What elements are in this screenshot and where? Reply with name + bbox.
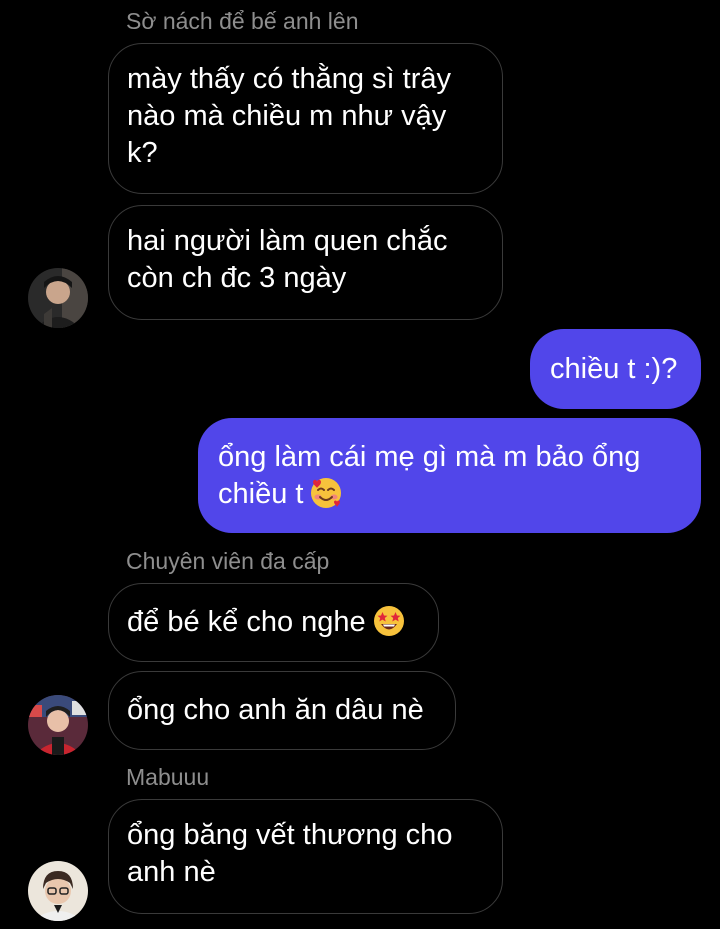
incoming-message[interactable]: hai người làm quen chắc còn ch đc 3 ngày	[108, 205, 503, 320]
avatar[interactable]	[28, 861, 88, 921]
avatar-image	[28, 268, 88, 328]
message-line: k?	[127, 137, 158, 169]
sender-name: Mabuuu	[126, 764, 210, 790]
avatar[interactable]	[28, 268, 88, 328]
message-line: còn ch đc 3 ngày	[127, 262, 347, 294]
message-line: chiều t :)?	[550, 353, 678, 385]
message-line: ổng làm cái mẹ gì mà m bảo ổng	[218, 441, 641, 473]
incoming-message[interactable]: mày thấy có thằng sì trây nào mà chiều m…	[108, 43, 503, 194]
message-line: ổng cho anh ăn dâu nè	[127, 694, 424, 726]
message-text: chiều t	[218, 478, 304, 510]
outgoing-message[interactable]: chiều t :)?	[530, 329, 701, 409]
avatar-image	[28, 695, 88, 755]
message-line: anh nè	[127, 856, 216, 888]
message-line: để bé kể cho nghe	[127, 604, 416, 641]
star-struck-icon	[372, 604, 406, 638]
message-line: mày thấy có thằng sì trây	[127, 63, 451, 95]
sender-name: Chuyên viên đa cấp	[126, 548, 330, 574]
incoming-message[interactable]: để bé kể cho nghe	[108, 583, 439, 662]
message-line: chiều t	[218, 476, 681, 513]
sender-name: Sờ nách để bế anh lên	[126, 8, 359, 34]
message-line: hai người làm quen chắc	[127, 225, 448, 257]
message-text: để bé kể cho nghe	[127, 606, 366, 638]
avatar-image	[28, 861, 88, 921]
outgoing-message[interactable]: ổng làm cái mẹ gì mà m bảo ổng chiều t	[198, 418, 701, 533]
smiling-face-with-hearts-icon	[309, 476, 343, 510]
incoming-message[interactable]: ổng băng vết thương cho anh nè	[108, 799, 503, 914]
avatar[interactable]	[28, 695, 88, 755]
message-line: ổng băng vết thương cho	[127, 819, 453, 851]
message-line: nào mà chiều m như vậy	[127, 100, 447, 132]
incoming-message[interactable]: ổng cho anh ăn dâu nè	[108, 671, 456, 750]
